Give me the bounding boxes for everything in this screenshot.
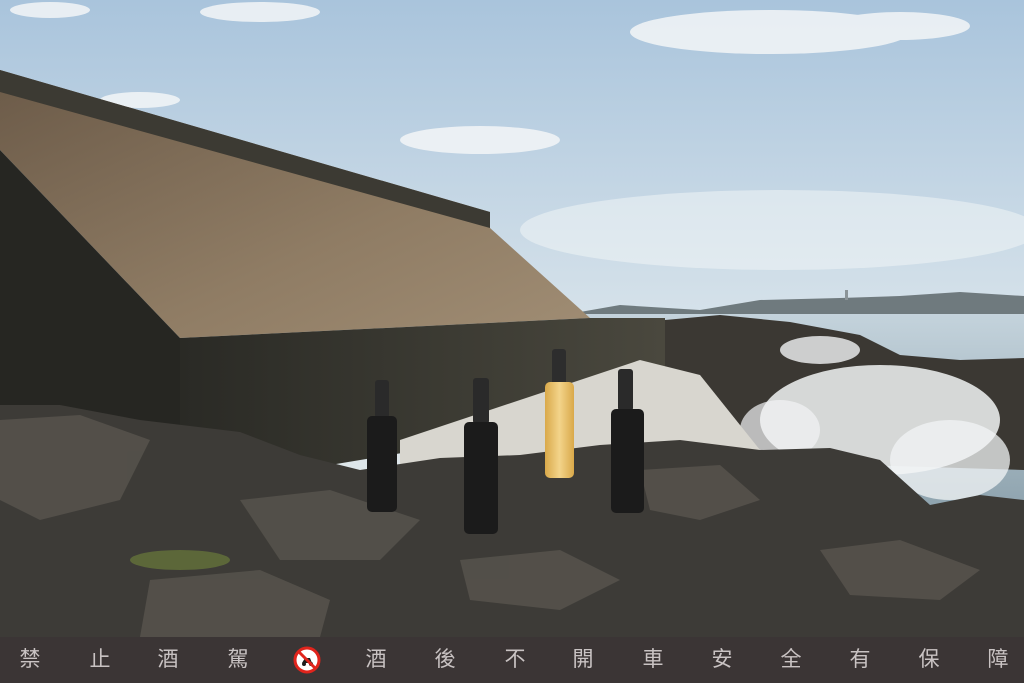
footer-char: 開: [572, 647, 594, 671]
footer-char: 有: [849, 647, 871, 671]
footer-char: 全: [780, 647, 802, 671]
footer-char: 保: [918, 647, 940, 671]
footer-char: 障: [987, 647, 1009, 671]
footer-char: 酒: [157, 647, 179, 671]
coastal-scene: [0, 0, 1024, 637]
warning-footer: 禁 止 酒 駕 酒 後 不 開 車 安 全 有 保 障: [0, 637, 1024, 683]
footer-char: 車: [642, 647, 664, 671]
no-drink-drive-icon: [293, 646, 321, 674]
footer-char: 酒: [365, 647, 387, 671]
footer-char: 止: [89, 647, 111, 671]
footer-char: 禁: [19, 647, 41, 671]
footer-char: 安: [711, 647, 733, 671]
footer-char: 不: [504, 647, 526, 671]
footer-char: 駕: [227, 647, 249, 671]
footer-char: 後: [434, 647, 456, 671]
hero-photo: [0, 0, 1024, 637]
